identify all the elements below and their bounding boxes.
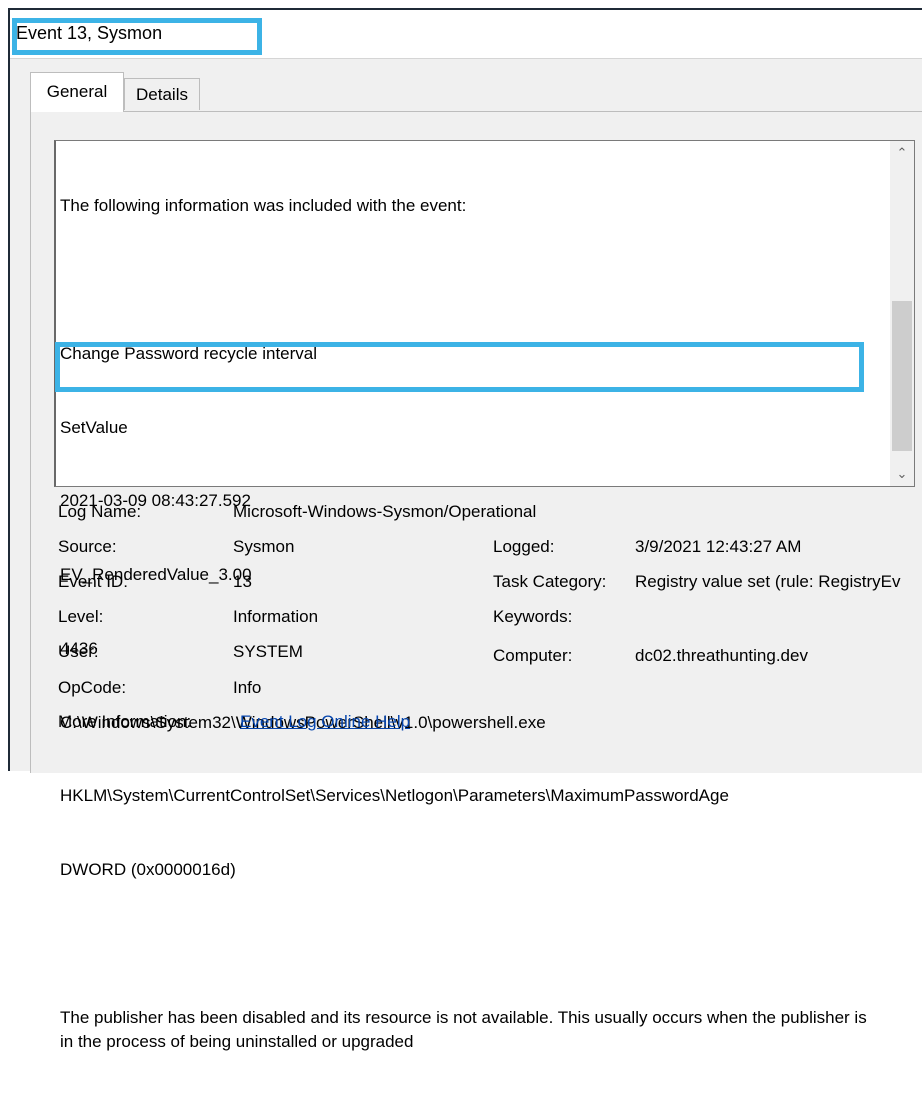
registry-path-highlight — [55, 342, 864, 392]
opcode-label: OpCode: — [58, 678, 127, 697]
scroll-thumb[interactable] — [892, 301, 912, 451]
source-value: Sysmon — [233, 537, 295, 556]
event-properties-window: Event 13, Sysmon General Details The fol… — [8, 8, 922, 1051]
opcode-value: Info — [233, 678, 262, 697]
source-label: Source: — [58, 537, 117, 556]
description-line: SetValue — [60, 417, 128, 437]
log-name-value: Microsoft-Windows-Sysmon/Operational — [233, 502, 537, 521]
keywords-label: Keywords: — [493, 607, 573, 626]
logged-value: 3/9/2021 12:43:27 AM — [635, 537, 802, 556]
event-description-text: The following information was included w… — [60, 145, 882, 1104]
event-log-online-help-link[interactable]: Event Log Online Help — [240, 712, 410, 732]
tab-general[interactable]: General — [30, 72, 124, 112]
user-label: User: — [58, 642, 99, 661]
general-tab-panel: The following information was included w… — [30, 111, 922, 1051]
description-line: The following information was included w… — [60, 196, 467, 216]
description-line: HKLM\System\CurrentControlSet\Services\N… — [60, 786, 729, 806]
user-value: SYSTEM — [233, 642, 303, 661]
task-category-value: Registry value set (rule: RegistryEv — [635, 572, 901, 591]
chevron-up-icon[interactable]: ⌃ — [890, 141, 914, 165]
tab-strip: General Details — [30, 72, 330, 112]
computer-label: Computer: — [493, 646, 573, 665]
title-highlight — [12, 18, 262, 55]
description-line: ​ — [60, 932, 882, 957]
task-category-label: Task Category: — [493, 572, 607, 591]
chevron-down-icon[interactable]: ⌄ — [890, 462, 914, 486]
description-line: ​ — [60, 268, 882, 293]
event-description-box[interactable]: The following information was included w… — [54, 140, 915, 1051]
description-line: The publisher has been disabled and its … — [60, 1007, 872, 1052]
event-id-value: 13 — [233, 572, 252, 591]
description-scrollbar[interactable]: ⌃ ⌄ — [890, 141, 914, 486]
level-value: Information — [233, 607, 319, 626]
logged-label: Logged: — [493, 537, 555, 556]
description-line: DWORD (0x0000016d) — [60, 860, 236, 880]
log-name-label: Log Name: — [58, 502, 142, 521]
more-information-label: More Information: — [58, 712, 192, 731]
level-label: Level: — [58, 607, 104, 626]
tab-details[interactable]: Details — [124, 78, 200, 110]
computer-value: dc02.threathunting.dev — [635, 646, 808, 665]
event-id-label: Event ID: — [58, 572, 128, 591]
